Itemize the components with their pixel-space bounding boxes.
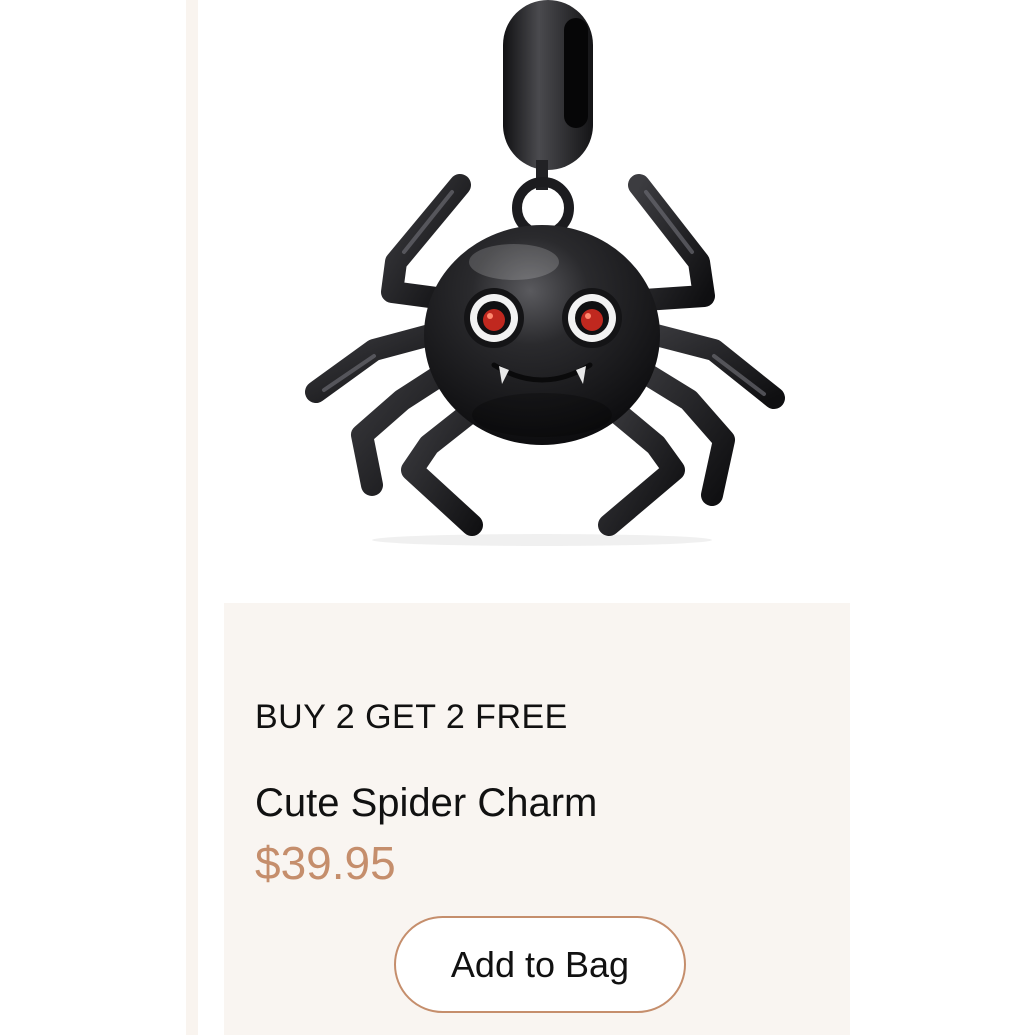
product-info-panel: BUY 2 GET 2 FREE Cute Spider Charm $39.9… <box>224 603 850 1035</box>
leg-upper-right <box>628 174 715 311</box>
product-title[interactable]: Cute Spider Charm <box>255 781 597 826</box>
lower-body-shade <box>472 393 612 437</box>
product-card[interactable]: BUY 2 GET 2 FREE Cute Spider Charm $39.9… <box>224 0 850 1035</box>
product-price: $39.95 <box>255 837 396 889</box>
left-eye <box>464 288 524 348</box>
bail-hole <box>564 18 588 128</box>
product-image[interactable] <box>224 0 850 603</box>
body-shine <box>469 244 559 280</box>
page: BUY 2 GET 2 FREE Cute Spider Charm $39.9… <box>0 0 1035 1035</box>
spider-charm-illustration <box>305 0 785 546</box>
charm-shadow <box>372 534 712 546</box>
left-edge-strip <box>186 0 198 1035</box>
add-to-bag-button[interactable]: Add to Bag <box>394 916 686 1013</box>
promo-label: BUY 2 GET 2 FREE <box>255 698 568 736</box>
right-eye <box>562 288 622 348</box>
